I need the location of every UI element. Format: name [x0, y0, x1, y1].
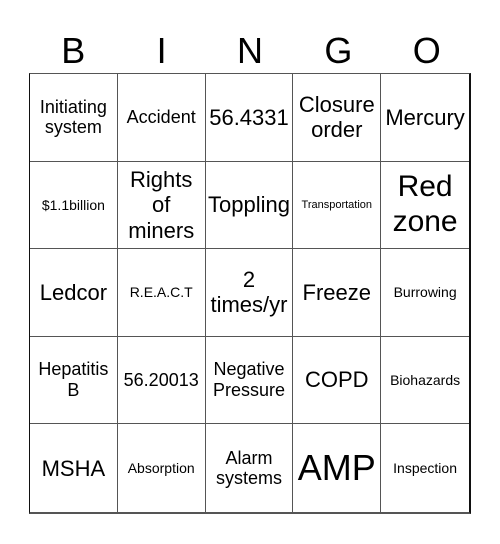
header-letter-i: I	[156, 30, 167, 71]
bingo-cell[interactable]: Initiating system	[30, 74, 118, 162]
bingo-cell[interactable]: 56.20013	[117, 336, 206, 425]
bingo-cell[interactable]: Rights of miners	[117, 161, 206, 250]
bingo-cell[interactable]: Inspection	[381, 424, 469, 512]
bingo-cell[interactable]: Alarm systems	[206, 424, 294, 512]
header-letter-g: G	[324, 30, 353, 71]
bingo-cell[interactable]: 56.4331	[205, 74, 294, 162]
bingo-cell[interactable]: Closure order	[293, 74, 382, 162]
bingo-cell[interactable]: Toppling	[205, 161, 294, 250]
bingo-cell[interactable]: Biohazards	[381, 337, 469, 425]
bingo-cell[interactable]: Mercury	[381, 74, 469, 162]
bingo-cell[interactable]: MSHA	[30, 424, 118, 512]
bingo-cell[interactable]: Transportation	[293, 161, 382, 250]
bingo-cell[interactable]: COPD	[293, 336, 382, 425]
header-letter-n: N	[236, 30, 263, 71]
bingo-cell[interactable]: Burrowing	[381, 249, 469, 337]
bingo-board: Initiating system Accident 56.4331 Closu…	[29, 73, 471, 514]
bingo-cell[interactable]: Ledcor	[30, 249, 118, 337]
bingo-cell[interactable]: Hepatitis B	[30, 336, 118, 425]
bingo-cell[interactable]: Negative Pressure	[205, 336, 294, 425]
bingo-cell[interactable]: Accident	[117, 74, 206, 162]
bingo-header: B I N G O	[29, 28, 471, 73]
bingo-cell[interactable]: AMP	[293, 424, 382, 512]
header-letter-b: B	[61, 30, 86, 71]
bingo-cell-center[interactable]: 2 times/yr	[205, 249, 294, 337]
bingo-cell[interactable]: R.E.A.C.T	[117, 249, 206, 337]
bingo-cell[interactable]: Absorption	[118, 424, 206, 512]
bingo-cell[interactable]: $1.1billion	[30, 161, 118, 250]
bingo-cell[interactable]: Red zone	[381, 162, 469, 250]
header-letter-o: O	[412, 30, 441, 71]
bingo-cell[interactable]: Freeze	[293, 249, 382, 337]
